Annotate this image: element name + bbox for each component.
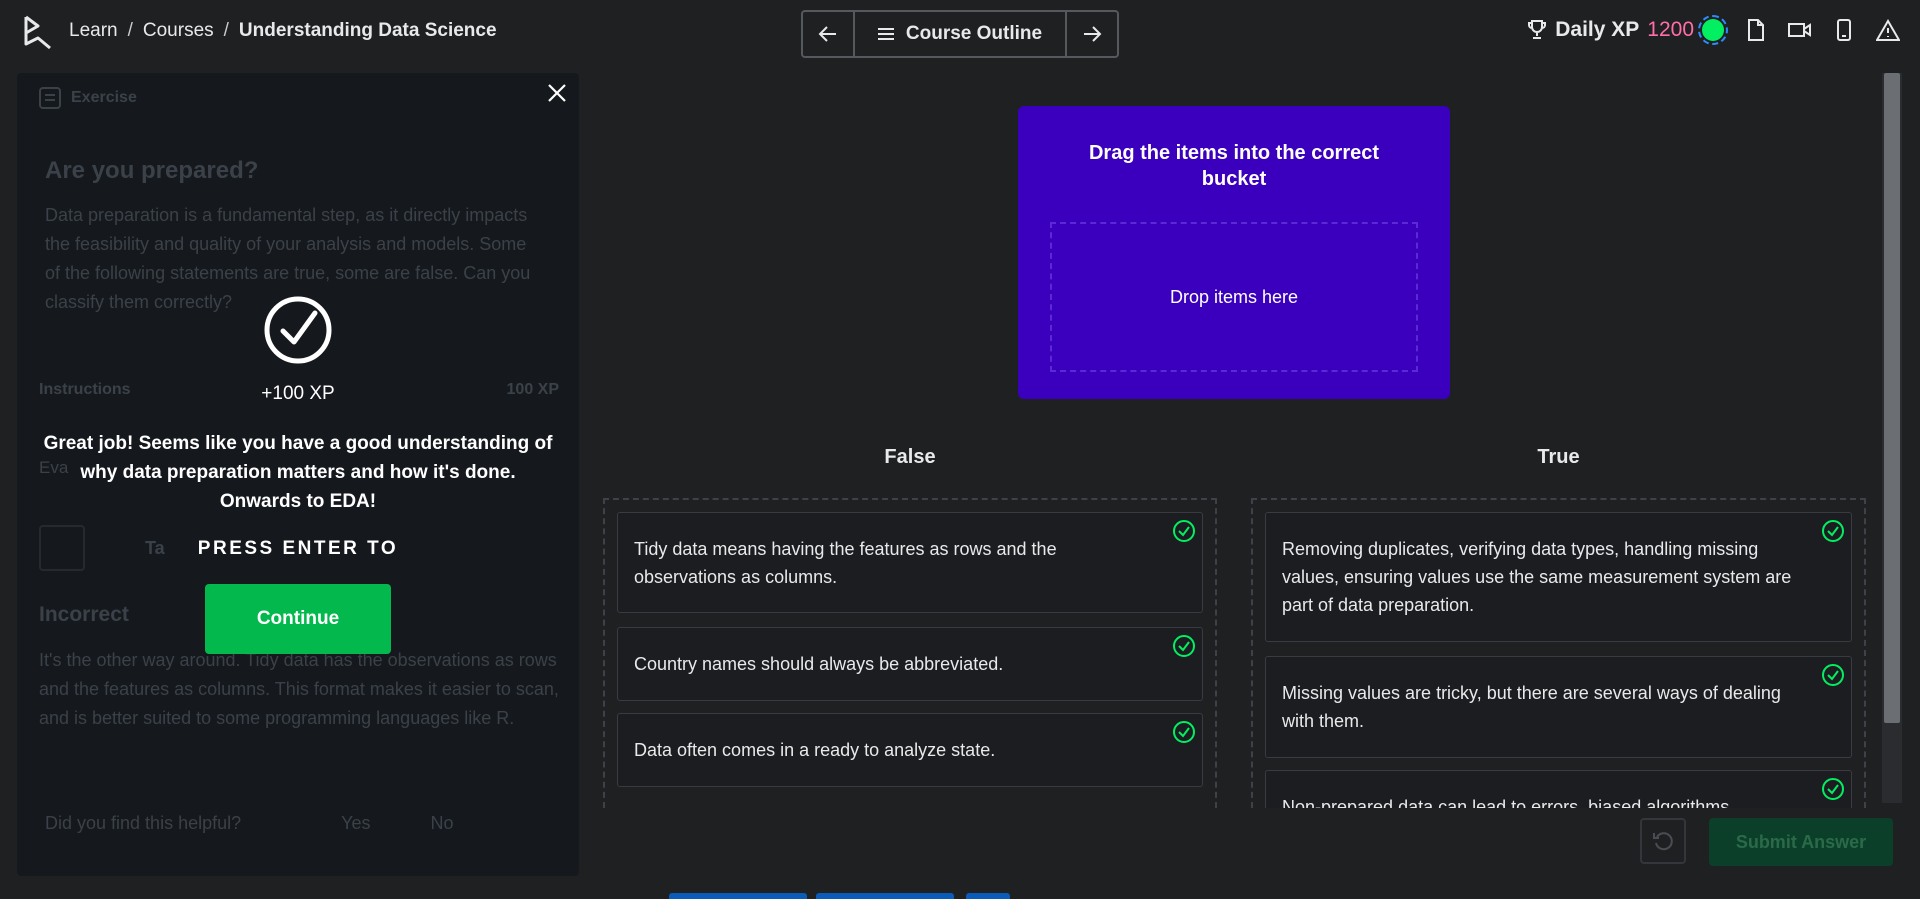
success-check-icon [264,296,332,364]
bucket-false-title: False [884,446,936,468]
bucket-true[interactable]: Removing duplicates, verifying data type… [1251,498,1866,808]
item-text: Data often comes in a ready to analyze s… [634,740,996,760]
document-icon [1748,19,1764,41]
list-item[interactable]: Non-prepared data can lead to errors, bi… [1265,770,1852,808]
incorrect-explanation: It's the other way around. Tidy data has… [39,650,559,728]
drop-zone[interactable]: Drop items here [1050,222,1418,372]
course-outline-button[interactable]: Course Outline [853,12,1067,56]
bottom-button-1[interactable] [669,893,807,899]
breadcrumb-separator: / [127,20,133,41]
correct-check-icon [1822,664,1844,686]
drag-instruction-card: Drag the items into the correct bucket D… [1018,106,1450,399]
exercise-label: Exercise [71,89,137,106]
item-text: Tidy data means having the features as r… [634,538,1057,587]
breadcrumb: Learn / Courses / Understanding Data Sci… [69,20,497,42]
course-navigation: Course Outline [801,10,1119,58]
breadcrumb-separator: / [223,20,229,41]
success-message: Great job! Seems like you have a good un… [43,433,553,512]
press-enter-hint: PRESS ENTER TO [197,538,399,559]
close-icon[interactable] [545,81,569,105]
bucket-true-title: True [1537,446,1580,468]
correct-check-icon [1173,721,1195,743]
bottom-button-3[interactable] [966,893,1010,899]
report-issue-button[interactable] [1876,18,1900,42]
datacamp-logo[interactable] [22,14,54,52]
item-text: Country names should always be abbreviat… [634,654,1004,674]
list-item[interactable]: Tidy data means having the features as r… [617,512,1203,613]
item-text: Non-prepared data can lead to errors, bi… [1282,797,1745,808]
breadcrumb-courses[interactable]: Courses [143,20,214,42]
xp-gained: +100 XP [261,383,335,404]
undo-icon [1653,832,1673,851]
list-item[interactable]: Removing duplicates, verifying data type… [1265,512,1852,642]
item-text: Removing duplicates, verifying data type… [1282,539,1792,615]
daily-xp-label: Daily XP [1555,18,1640,41]
status-indicator[interactable] [1698,15,1728,45]
correct-check-icon [1173,520,1195,542]
helpful-question: Did you find this helpful? [45,813,242,833]
warning-icon [1876,19,1900,41]
feedback-no: No [430,813,454,833]
slides-button[interactable] [1744,18,1768,42]
exercise-title: Are you prepared? [45,157,259,184]
exercise-header: Exercise [39,87,137,109]
bottom-button-2[interactable] [816,893,954,899]
breadcrumb-course-title[interactable]: Understanding Data Science [239,20,497,42]
item-text: Missing values are tricky, but there are… [1282,683,1781,731]
feedback-yes: Yes [341,813,371,833]
breadcrumb-learn[interactable]: Learn [69,20,118,42]
continue-button[interactable]: Continue [205,584,391,654]
submit-answer-button[interactable]: Submit Answer [1709,818,1893,866]
exercise-icon [39,87,61,109]
incorrect-title: Incorrect [39,603,129,626]
correct-check-icon [1173,635,1195,657]
correct-check-icon [1822,778,1844,800]
course-outline-label: Course Outline [905,23,1043,44]
bucket-false[interactable]: Tidy data means having the features as r… [603,498,1217,808]
header-tools: Daily XP 1200 [1527,15,1900,45]
list-item[interactable]: Country names should always be abbreviat… [617,627,1203,701]
drag-instruction-title: Drag the items into the correct bucket [1088,142,1380,190]
mobile-button[interactable] [1832,18,1856,42]
list-item[interactable]: Missing values are tricky, but there are… [1265,656,1852,758]
arrow-left-icon [818,26,836,42]
correct-check-icon [1822,520,1844,542]
trophy-icon [1528,20,1547,39]
daily-xp[interactable]: Daily XP 1200 [1527,15,1728,45]
daily-xp-value: 1200 [1647,18,1694,41]
video-button[interactable] [1788,18,1812,42]
drop-placeholder: Drop items here [1169,286,1299,307]
next-button[interactable] [1067,12,1117,56]
video-icon [1788,23,1811,37]
menu-icon [877,28,894,40]
feedback-prompt: Did you find this helpful? Yes No [45,813,555,834]
top-bar: Learn / Courses / Understanding Data Sci… [0,0,1920,66]
mobile-icon [1837,19,1851,41]
previous-button[interactable] [803,12,853,56]
list-item[interactable]: Data often comes in a ready to analyze s… [617,713,1203,787]
scrollbar-thumb[interactable] [1884,73,1900,723]
reset-button[interactable] [1640,818,1686,864]
arrow-right-icon [1084,26,1102,42]
